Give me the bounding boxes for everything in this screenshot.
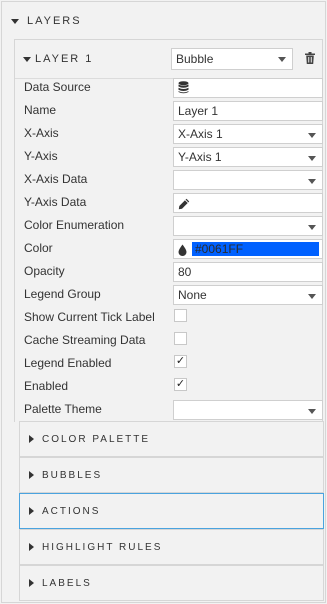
palette-theme-label: Palette Theme [24, 402, 102, 416]
color-enumeration-label: Color Enumeration [24, 218, 125, 232]
chevron-down-icon [11, 18, 19, 24]
y-axis-data-label: Y-Axis Data [24, 195, 87, 209]
x-axis-select[interactable]: X-Axis 1 [173, 124, 323, 144]
section-label: COLOR PALETTE [42, 433, 151, 445]
chevron-right-icon [29, 507, 34, 515]
name-input[interactable]: Layer 1 [173, 101, 323, 121]
y-axis-data-field[interactable] [173, 193, 323, 213]
chevron-down-icon [308, 156, 316, 161]
data-source-label: Data Source [24, 80, 91, 94]
chevron-down-icon [278, 57, 286, 62]
section-highlight-rules[interactable]: HIGHLIGHT RULES [19, 529, 324, 565]
chevron-down-icon [308, 294, 316, 299]
name-label: Name [24, 103, 57, 117]
x-axis-label: X-Axis [24, 126, 59, 140]
droplet-icon [178, 243, 187, 261]
chevron-down-icon[interactable] [23, 57, 31, 62]
legend-group-label: Legend Group [24, 287, 101, 301]
layer-title: LAYER 1 [35, 53, 94, 65]
chevron-right-icon [29, 543, 34, 551]
section-bubbles[interactable]: BUBBLES [19, 457, 324, 493]
x-axis-data-select[interactable] [173, 170, 323, 190]
section-color-palette[interactable]: COLOR PALETTE [19, 421, 324, 457]
chevron-down-icon [308, 179, 316, 184]
name-value: Layer 1 [178, 104, 219, 118]
opacity-label: Opacity [24, 264, 65, 278]
pencil-icon[interactable] [178, 197, 190, 215]
color-picker[interactable]: #0061FF [173, 239, 323, 259]
enabled-checkbox[interactable]: ✓ [174, 378, 187, 391]
section-label: BUBBLES [42, 469, 103, 481]
chevron-down-icon [308, 225, 316, 230]
legend-enabled-label: Legend Enabled [24, 356, 112, 370]
layer-type-select[interactable]: Bubble [171, 48, 293, 70]
section-label: LABELS [42, 577, 92, 589]
opacity-value: 80 [178, 265, 192, 279]
chevron-right-icon [29, 579, 34, 587]
legend-enabled-checkbox[interactable]: ✓ [174, 355, 187, 368]
show-current-tick-label-checkbox[interactable] [174, 309, 187, 322]
x-axis-value: X-Axis 1 [178, 127, 223, 141]
show-current-tick-label-label: Show Current Tick Label [24, 310, 155, 324]
chevron-down-icon [308, 409, 316, 414]
layer-1-header: LAYER 1 Bubble [15, 40, 322, 79]
y-axis-select[interactable]: Y-Axis 1 [173, 147, 323, 167]
section-actions[interactable]: ACTIONS [19, 493, 324, 529]
y-axis-label: Y-Axis [24, 149, 58, 163]
legend-group-select[interactable]: None [173, 285, 323, 305]
layers-header-label: LAYERS [27, 15, 82, 27]
color-swatch-value[interactable]: #0061FF [192, 242, 319, 256]
y-axis-value: Y-Axis 1 [178, 150, 222, 164]
section-label: ACTIONS [42, 505, 101, 517]
chevron-down-icon [308, 133, 316, 138]
layers-panel: LAYERS LAYER 1 Bubble Data Source Name L… [1, 1, 326, 603]
cache-streaming-data-checkbox[interactable] [174, 332, 187, 345]
chevron-right-icon [29, 471, 34, 479]
color-enumeration-select[interactable] [173, 216, 323, 236]
enabled-label: Enabled [24, 379, 69, 393]
trash-icon[interactable] [305, 52, 315, 67]
section-labels[interactable]: LABELS [19, 565, 324, 601]
legend-group-value: None [178, 288, 207, 302]
layers-section-header[interactable]: LAYERS [2, 3, 325, 39]
color-label: Color [24, 241, 53, 255]
layer-type-value: Bubble [176, 52, 214, 66]
section-label: HIGHLIGHT RULES [42, 541, 163, 553]
x-axis-data-label: X-Axis Data [24, 172, 88, 186]
cache-streaming-data-label: Cache Streaming Data [24, 333, 146, 347]
database-icon [178, 81, 189, 99]
palette-theme-select[interactable] [173, 400, 323, 420]
chevron-right-icon [29, 435, 34, 443]
opacity-input[interactable]: 80 [173, 262, 323, 282]
data-source-field[interactable] [173, 78, 323, 98]
